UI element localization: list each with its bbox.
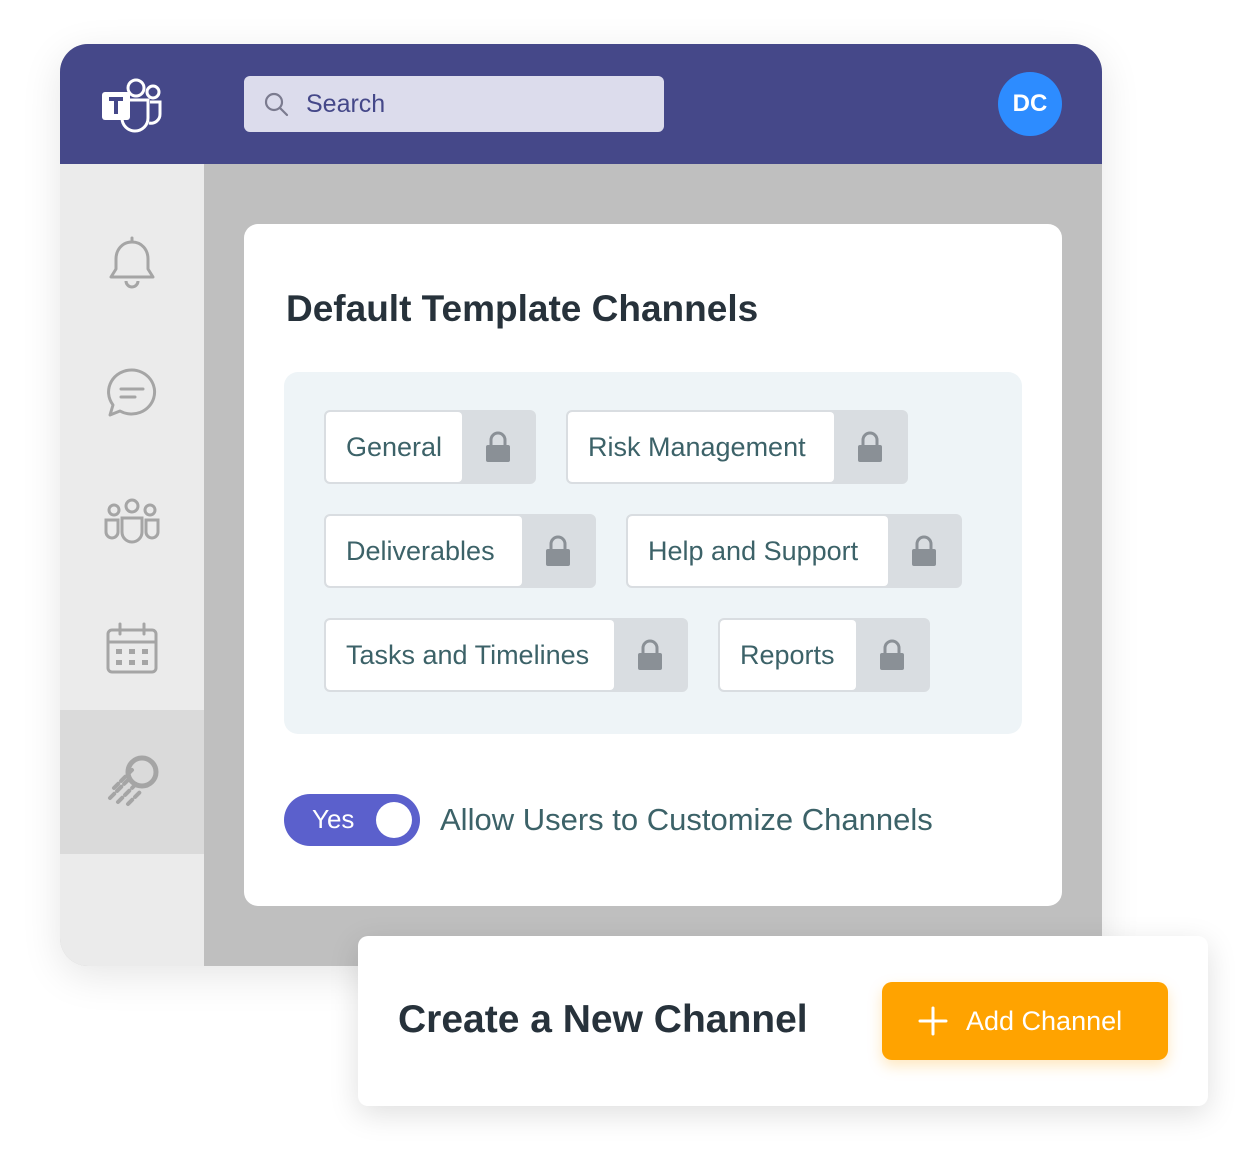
lock-icon — [614, 620, 686, 690]
channel-chip-deliverables[interactable]: Deliverables — [324, 514, 596, 588]
lock-icon — [462, 412, 534, 482]
channel-chip-tasks-and-timelines[interactable]: Tasks and Timelines — [324, 618, 688, 692]
teams-icon — [104, 498, 160, 544]
page-title: Default Template Channels — [286, 288, 759, 329]
sidebar-item-activity[interactable] — [60, 200, 204, 328]
channel-label: Risk Management — [568, 412, 834, 482]
sidebar-item-teams[interactable] — [60, 458, 204, 586]
channel-list: General Risk Management Deliverables Hel… — [284, 372, 1022, 734]
channel-label: Help and Support — [628, 516, 888, 586]
user-avatar[interactable]: DC — [998, 72, 1062, 136]
top-bar: Search DC — [60, 44, 1102, 164]
customize-channels-toggle[interactable]: Yes — [284, 794, 420, 846]
lock-icon — [834, 412, 906, 482]
channel-label: General — [326, 412, 462, 482]
create-channel-card: Create a New Channel Add Channel — [358, 936, 1208, 1106]
lock-icon — [522, 516, 594, 586]
lock-icon — [856, 620, 928, 690]
lock-icon — [888, 516, 960, 586]
channel-chip-general[interactable]: General — [324, 410, 536, 484]
calendar-icon — [106, 622, 158, 674]
chat-icon — [107, 368, 157, 417]
toggle-label: Yes — [312, 804, 355, 834]
channel-chip-help-and-support[interactable]: Help and Support — [626, 514, 962, 588]
channel-label: Tasks and Timelines — [326, 620, 614, 690]
create-channel-title: Create a New Channel — [398, 998, 808, 1041]
search-placeholder: Search — [306, 89, 386, 118]
sidebar-item-app[interactable] — [60, 710, 204, 854]
microsoft-teams-logo-icon[interactable] — [100, 74, 164, 134]
plus-icon — [918, 1006, 948, 1036]
toggle-knob — [376, 802, 412, 838]
add-channel-label: Add Channel — [966, 1005, 1123, 1036]
search-input[interactable]: Search — [244, 76, 664, 132]
toggle-caption: Allow Users to Customize Channels — [440, 802, 933, 837]
add-channel-button[interactable]: Add Channel — [882, 982, 1168, 1060]
sidebar-item-chat[interactable] — [60, 330, 204, 458]
sidebar-item-calendar[interactable] — [60, 586, 204, 714]
channel-chip-reports[interactable]: Reports — [718, 618, 930, 692]
bell-icon — [109, 236, 155, 289]
channel-label: Reports — [720, 620, 856, 690]
channel-chip-risk-management[interactable]: Risk Management — [566, 410, 908, 484]
sidebar — [60, 164, 204, 966]
template-channels-card: Default Template Channels General Risk M… — [244, 224, 1062, 906]
app-logo-icon — [108, 755, 159, 806]
channel-label: Deliverables — [326, 516, 522, 586]
search-icon — [264, 92, 289, 117]
